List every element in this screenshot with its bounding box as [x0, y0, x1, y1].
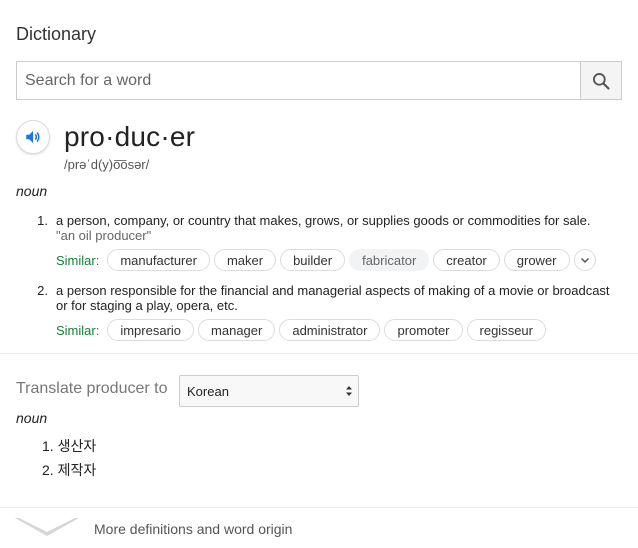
- definition-text: a person, company, or country that makes…: [56, 213, 616, 243]
- select-arrows-icon: [346, 386, 352, 396]
- language-select-value: Korean: [187, 383, 229, 399]
- translation-part-of-speech: noun: [16, 410, 48, 426]
- similar-chip[interactable]: manufacturer: [107, 249, 210, 271]
- chevron-down-icon: [580, 257, 589, 264]
- definition-body: a person responsible for the financial a…: [56, 283, 610, 313]
- part-of-speech: noun: [16, 183, 48, 199]
- section-divider: [0, 353, 638, 354]
- similar-chip[interactable]: impresario: [107, 319, 195, 341]
- search-box: [16, 61, 622, 100]
- translation-number: 1.: [42, 438, 54, 454]
- similar-chip[interactable]: manager: [198, 319, 276, 341]
- translate-label: Translate producer to: [16, 380, 168, 397]
- translation-text: 생산자: [57, 438, 97, 454]
- dictionary-title: Dictionary: [16, 24, 97, 44]
- headword: pro·duc·er: [64, 121, 196, 152]
- similar-chip[interactable]: regisseur: [466, 319, 546, 341]
- speaker-icon: [26, 131, 40, 143]
- more-definitions-footer[interactable]: More definitions and word origin: [0, 508, 638, 548]
- similar-chip[interactable]: builder: [280, 249, 346, 271]
- pronunciation-audio-button[interactable]: [16, 120, 50, 154]
- translation-number: 2.: [42, 462, 54, 478]
- search-button[interactable]: [580, 62, 621, 99]
- similar-chip-highlighted[interactable]: fabricator: [349, 249, 430, 271]
- expand-chevron-icon[interactable]: [14, 516, 80, 538]
- similar-chip[interactable]: promoter: [384, 319, 463, 341]
- similar-label: Similar:: [56, 252, 100, 268]
- similar-chip[interactable]: creator: [433, 249, 500, 271]
- similar-chip[interactable]: administrator: [279, 319, 381, 341]
- definition-example: "an oil producer": [56, 228, 152, 243]
- definition-number: 2.: [37, 283, 48, 298]
- similar-words-1: Similar: manufacturer maker builder fabr…: [56, 249, 596, 271]
- definition-number: 1.: [37, 213, 48, 228]
- language-select[interactable]: Korean: [179, 375, 359, 407]
- similar-chip[interactable]: maker: [213, 249, 277, 271]
- expand-similar-button[interactable]: [573, 249, 596, 271]
- search-input[interactable]: [17, 62, 580, 99]
- similar-label: Similar:: [56, 322, 100, 338]
- translation-text: 제작자: [57, 462, 97, 478]
- more-definitions-link[interactable]: More definitions and word origin: [94, 521, 292, 537]
- translation-list: 1. 생산자 2. 제작자: [42, 436, 96, 484]
- similar-words-2: Similar: impresario manager administrato…: [56, 319, 550, 341]
- translation-item: 2. 제작자: [42, 460, 96, 484]
- similar-chip[interactable]: grower: [503, 249, 570, 271]
- search-icon: [593, 72, 610, 90]
- definition-body: a person, company, or country that makes…: [56, 213, 591, 228]
- translation-item: 1. 생산자: [42, 436, 96, 460]
- phonetic-transcription: /prəˈd(y)o͞osər/: [64, 157, 150, 172]
